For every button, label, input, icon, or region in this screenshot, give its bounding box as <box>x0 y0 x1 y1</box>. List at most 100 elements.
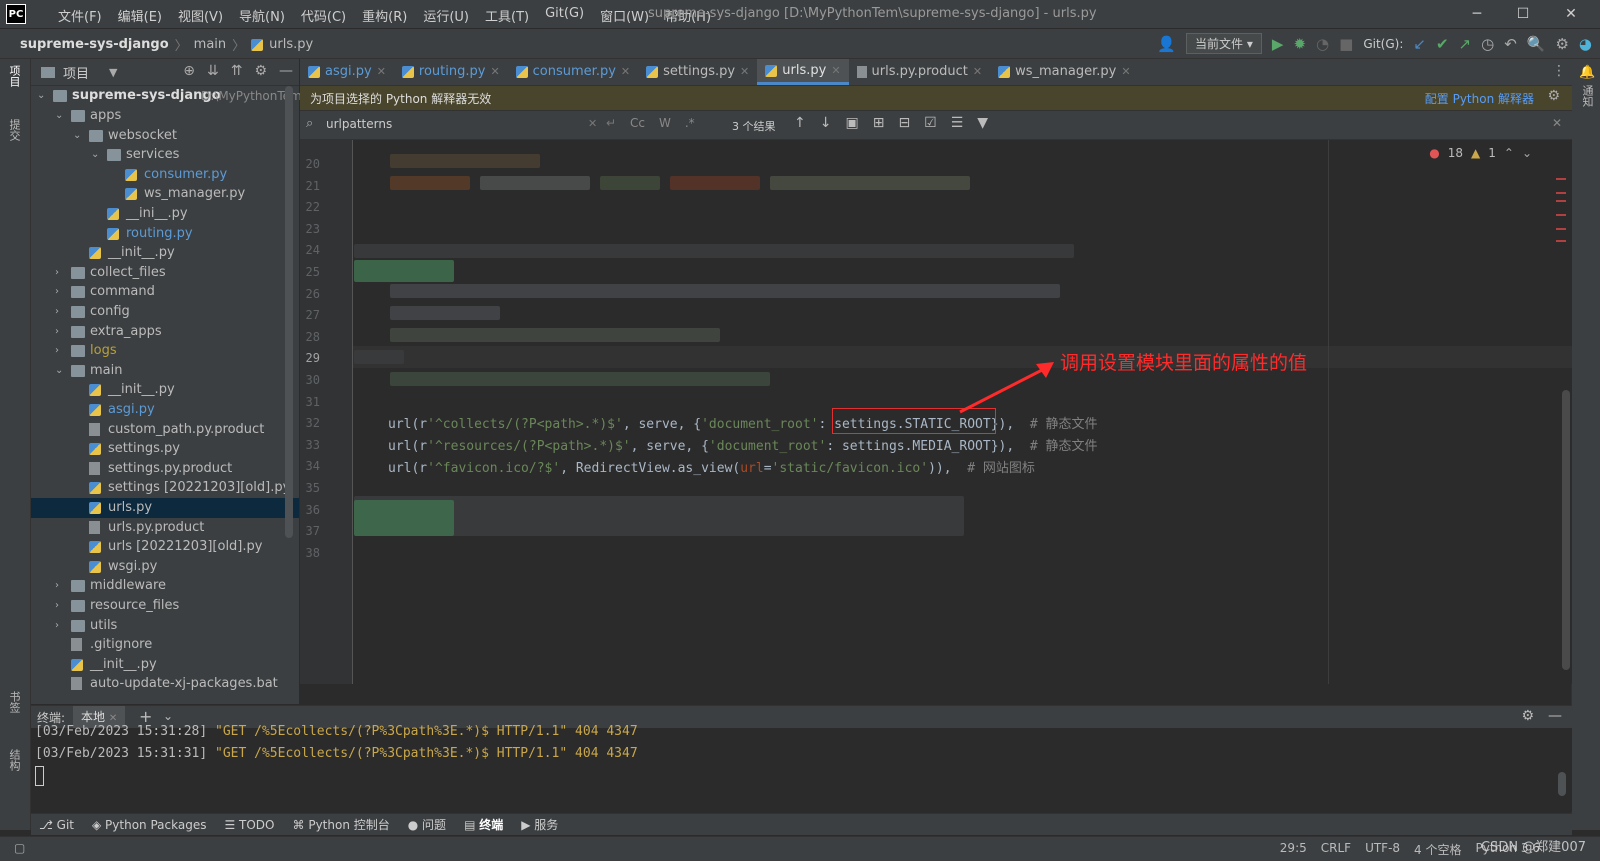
project-panel-title[interactable]: 项目 <box>63 63 89 82</box>
configure-interpreter-link[interactable]: 配置 Python 解释器 <box>1425 90 1534 107</box>
line-number[interactable]: 36 <box>300 503 320 517</box>
tree-file[interactable]: routing.py <box>31 224 299 244</box>
line-number[interactable]: 27 <box>300 308 320 322</box>
project-tool-button[interactable]: 项目 <box>6 65 22 87</box>
whole-word-toggle[interactable]: W <box>659 116 671 130</box>
select-occurrences-icon[interactable]: ☑ <box>924 115 937 131</box>
line-separator[interactable]: CRLF <box>1321 841 1351 858</box>
bottom-tool-4[interactable]: ● 问题 <box>408 816 446 833</box>
rollback-icon[interactable]: ↶ <box>1504 35 1517 53</box>
user-icon[interactable]: 👤 <box>1157 35 1176 53</box>
menu-item[interactable]: 编辑(E) <box>110 6 170 25</box>
close-icon[interactable]: ✕ <box>109 713 117 724</box>
editor-scrollbar[interactable] <box>1562 390 1570 670</box>
terminal-scrollbar[interactable] <box>1558 772 1566 796</box>
editor-tab[interactable]: ws_manager.py ✕ <box>990 59 1138 85</box>
error-stripe[interactable] <box>1556 240 1566 242</box>
tree-file[interactable]: __init__.py <box>31 655 299 675</box>
line-number[interactable]: 31 <box>300 395 320 409</box>
menu-item[interactable]: 工具(T) <box>477 6 537 25</box>
close-tab-icon[interactable]: ✕ <box>973 60 982 84</box>
close-find-icon[interactable]: ✕ <box>1552 116 1562 130</box>
clear-search-icon[interactable]: ✕ <box>588 117 597 130</box>
settings-icon[interactable]: ⚙ <box>1555 35 1568 53</box>
tree-folder[interactable]: ⌄ websocket <box>31 126 299 146</box>
chevron-right-icon[interactable]: › <box>55 282 67 302</box>
chevron-down-icon[interactable]: ⌄ <box>1522 146 1532 160</box>
run-configuration-select[interactable]: 当前文件 ▾ <box>1186 33 1262 54</box>
chevron-right-icon[interactable]: › <box>55 616 67 636</box>
error-stripe[interactable] <box>1556 200 1566 202</box>
expand-all-icon[interactable]: ⇊ <box>207 63 219 79</box>
chevron-down-icon[interactable]: ⌄ <box>91 145 103 165</box>
indent-setting[interactable]: 4 个空格 <box>1414 841 1461 858</box>
breadcrumb-project[interactable]: supreme-sys-django <box>20 37 169 52</box>
chevron-right-icon[interactable]: › <box>55 576 67 596</box>
more-tabs-icon[interactable]: ⋮ <box>1552 63 1566 79</box>
menu-item[interactable]: 重构(R) <box>354 6 415 25</box>
chevron-down-icon[interactable]: ⌄ <box>163 709 173 723</box>
chevron-right-icon[interactable]: › <box>55 322 67 342</box>
menu-item[interactable]: 导航(N) <box>231 6 293 25</box>
project-scrollbar[interactable] <box>285 86 293 538</box>
chevron-right-icon[interactable]: › <box>55 341 67 361</box>
tree-file[interactable]: __init__.py <box>31 380 299 400</box>
next-occurrence-icon[interactable]: ↓ <box>820 115 832 131</box>
chevron-right-icon[interactable]: › <box>55 596 67 616</box>
tree-file[interactable]: settings.py.product <box>31 459 299 479</box>
filter-icon[interactable]: ▼ <box>977 115 988 131</box>
coverage-icon[interactable]: ◔ <box>1316 35 1329 53</box>
line-number[interactable]: 24 <box>300 243 320 257</box>
file-encoding[interactable]: UTF-8 <box>1365 841 1400 858</box>
line-number[interactable]: 37 <box>300 524 320 538</box>
tree-folder[interactable]: › config <box>31 302 299 322</box>
tree-file[interactable]: wsgi.py <box>31 557 299 577</box>
minimize-button[interactable]: ─ <box>1454 4 1500 24</box>
search-input[interactable]: urlpatterns <box>326 117 392 131</box>
run-icon[interactable]: ▶ <box>1272 35 1284 53</box>
plugin-icon[interactable]: ◕ <box>1579 35 1592 53</box>
line-number[interactable]: 21 <box>300 179 320 193</box>
structure-tool-button[interactable]: 结构 <box>6 749 22 771</box>
remove-selection-icon[interactable]: ⊟ <box>898 115 910 131</box>
notifications-tool-button[interactable]: 通知 <box>1579 85 1595 107</box>
hide-icon[interactable]: — <box>1548 708 1562 724</box>
sort-icon[interactable]: ☰ <box>951 115 964 131</box>
tree-folder[interactable]: › logs <box>31 341 299 361</box>
add-selection-icon[interactable]: ⊞ <box>873 115 885 131</box>
collapse-all-icon[interactable]: ⇈ <box>231 63 243 79</box>
error-stripe[interactable] <box>1556 192 1566 194</box>
tree-folder[interactable]: ⌄ services <box>31 145 299 165</box>
search-icon[interactable]: ⌕ <box>306 116 313 131</box>
editor-tab[interactable]: settings.py ✕ <box>638 59 757 85</box>
chevron-down-icon[interactable]: ⌄ <box>37 86 49 106</box>
close-tab-icon[interactable]: ✕ <box>490 60 499 84</box>
error-stripe[interactable] <box>1556 214 1566 216</box>
menu-item[interactable]: Git(G) <box>537 6 592 25</box>
chevron-down-icon[interactable]: ⌄ <box>73 126 85 146</box>
terminal-caret[interactable] <box>35 766 44 786</box>
maximize-button[interactable]: ☐ <box>1500 4 1546 24</box>
menu-item[interactable]: 运行(U) <box>415 6 477 25</box>
git-update-icon[interactable]: ↙ <box>1413 35 1426 53</box>
chevron-down-icon[interactable]: ▼ <box>109 66 117 79</box>
tree-file[interactable]: settings [20221203][old].py <box>31 478 299 498</box>
editor-tab[interactable]: routing.py ✕ <box>394 59 508 85</box>
tree-folder[interactable]: › resource_files <box>31 596 299 616</box>
git-commit-icon[interactable]: ✔ <box>1436 35 1449 53</box>
tree-file[interactable]: urls.py.product <box>31 518 299 538</box>
bell-icon[interactable]: 🔔 <box>1579 65 1595 80</box>
menu-item[interactable]: 视图(V) <box>170 6 231 25</box>
code-editor[interactable]: 20 21 22 23 24 25 26 27 28 29 30 31 32 33 34 35 36 37 38 u… <box>300 140 1572 684</box>
bottom-tool-6[interactable]: ▶ 服务 <box>521 816 558 833</box>
line-number[interactable]: 29 <box>300 351 320 365</box>
tree-file[interactable]: ws_manager.py <box>31 184 299 204</box>
tree-file[interactable]: .gitignore <box>31 635 299 655</box>
line-number[interactable]: 28 <box>300 330 320 344</box>
tree-folder[interactable]: › utils <box>31 616 299 636</box>
bottom-tool-3[interactable]: ⌘ Python 控制台 <box>293 816 390 833</box>
close-tab-icon[interactable]: ✕ <box>1121 60 1130 84</box>
inspection-widget[interactable]: ● 18 ▲ 1 ⌃ ⌄ <box>1429 146 1532 160</box>
tree-file[interactable]: auto-update-xj-packages.bat <box>31 674 299 694</box>
regex-toggle[interactable]: .* <box>685 116 695 130</box>
